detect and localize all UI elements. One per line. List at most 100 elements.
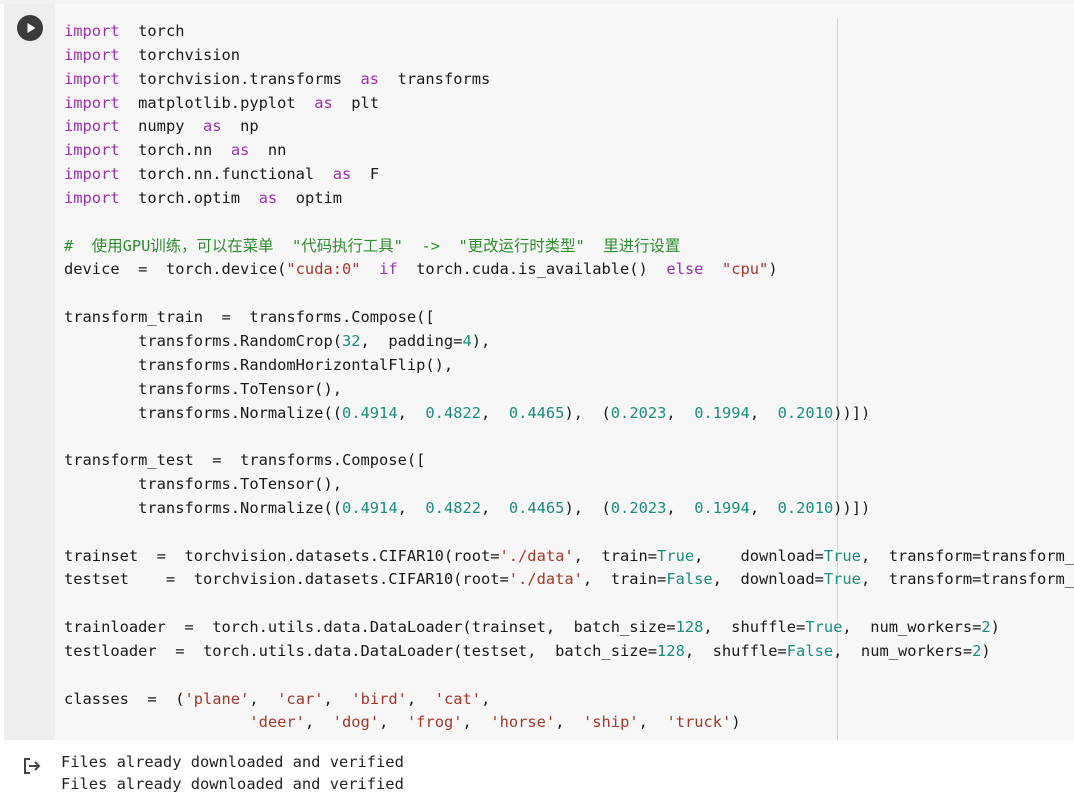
code-token: 128	[657, 641, 685, 660]
code-line: import numpy as np	[64, 115, 1074, 139]
code-token: 0.2023	[610, 403, 667, 422]
code-token: 0.4914	[341, 403, 398, 422]
code-token: 'plane'	[184, 689, 250, 708]
code-line: classes = ('plane', 'car', 'bird', 'cat'…	[64, 688, 1074, 712]
code-token: , num_workers=	[842, 618, 982, 637]
code-token: import	[64, 22, 120, 40]
code-token: classes = (	[64, 689, 185, 708]
code-token: as	[230, 141, 250, 160]
code-token: testloader = torch.utils.data.DataLoader…	[64, 641, 658, 660]
code-token: , padding=	[360, 331, 463, 350]
code-line: testloader = torch.utils.data.DataLoader…	[64, 640, 1074, 664]
code-token: , num_workers=	[833, 641, 973, 660]
code-token: import	[64, 45, 120, 64]
code-token: numpy	[119, 117, 204, 136]
code-token: 0.2023	[610, 498, 667, 517]
code-token: trainloader = torch.utils.data.DataLoade…	[64, 618, 676, 637]
cell-gutter	[4, 4, 55, 740]
code-token: "cpu"	[721, 260, 769, 279]
code-token: ))])	[833, 498, 871, 517]
code-token: ,	[397, 403, 426, 422]
code-token: )	[990, 618, 1000, 637]
output-text: Files already downloaded and verified Fi…	[61, 751, 404, 795]
code-token: , download=	[712, 570, 824, 589]
code-token: transform_train = transforms.Compose([	[64, 308, 435, 327]
code-lines: import torch import torchvision import tor…	[64, 20, 1074, 735]
code-token: , shuffle=	[703, 618, 806, 637]
code-token: 0.4822	[425, 498, 482, 517]
code-token: ), (	[564, 403, 611, 422]
code-token: 0.4465	[508, 498, 565, 517]
code-token: 0.1994	[694, 498, 750, 517]
code-token: True	[823, 546, 861, 565]
code-token: as	[360, 69, 380, 88]
code-token: device = torch.device(	[64, 260, 287, 279]
code-line: import torch	[64, 20, 1074, 44]
output-line: Files already downloaded and verified	[61, 753, 404, 771]
code-token: import	[64, 165, 120, 184]
code-token: optim	[277, 188, 343, 207]
code-line: transforms.RandomCrop(32, padding=4),	[64, 330, 1074, 354]
code-token: as	[332, 165, 352, 184]
code-token: nn	[249, 141, 287, 160]
code-token: True	[805, 618, 843, 637]
run-cell-button[interactable]	[17, 15, 43, 41]
code-token: ), (	[564, 498, 611, 517]
code-token: 128	[675, 618, 704, 637]
code-token: # 使用GPU训练，可以在菜单 "代码执行工具" -> "更改运行时类型" 里进…	[64, 236, 681, 255]
code-token: torchvision	[119, 45, 241, 64]
code-token: 'car'	[277, 689, 324, 708]
code-line: import torchvision.transforms as transfo…	[64, 68, 1074, 92]
code-token: ,	[749, 498, 778, 517]
code-token: as	[203, 117, 222, 136]
code-token: ,	[666, 403, 695, 422]
code-line: transforms.Normalize((0.4914, 0.4822, 0.…	[64, 497, 1074, 521]
code-token: ,	[749, 403, 778, 422]
code-token: testset = torchvision.datasets.CIFAR10(r…	[64, 570, 509, 589]
code-token: )	[731, 713, 741, 732]
code-token: 'deer'	[249, 713, 305, 732]
code-token: 0.2010	[777, 498, 834, 517]
output-line: Files already downloaded and verified	[61, 775, 404, 793]
code-token: "cuda:0"	[286, 260, 361, 279]
code-token: transform_test = transforms.Compose([	[64, 451, 426, 470]
code-token: transforms	[379, 69, 491, 88]
code-token: ,	[397, 498, 426, 517]
code-line: # 使用GPU训练，可以在菜单 "代码执行工具" -> "更改运行时类型" 里进…	[64, 235, 1074, 259]
code-line: transform_train = transforms.Compose([	[64, 306, 1074, 330]
code-line: import torchvision	[64, 44, 1074, 68]
code-token: , train=	[582, 570, 667, 589]
code-token: ,	[462, 713, 491, 732]
code-line: import torch.optim as optim	[64, 187, 1074, 211]
code-token: ,	[249, 689, 278, 708]
code-token: 0.4822	[425, 403, 482, 422]
code-token: trainset = torchvision.datasets.CIFAR10(…	[64, 546, 500, 565]
code-token: import	[64, 93, 120, 112]
code-token: 0.4914	[341, 498, 398, 517]
code-token: ,	[555, 713, 584, 732]
code-token: ,	[379, 713, 407, 732]
code-token: plt	[332, 93, 380, 112]
code-line: import torch.nn.functional as F	[64, 163, 1074, 187]
code-token: ),	[471, 331, 491, 350]
code-token: False	[786, 641, 834, 660]
code-token: )	[981, 641, 991, 660]
code-token: import	[64, 69, 120, 88]
code-token: transforms.Normalize((	[64, 498, 342, 517]
code-token: torch.optim	[119, 188, 259, 207]
code-token: import	[64, 141, 120, 160]
code-token: , shuffle=	[684, 641, 787, 660]
code-editor[interactable]: import torch import torchvision import tor…	[55, 4, 1074, 740]
output-arrow-icon[interactable]	[22, 756, 42, 776]
code-token: np	[221, 117, 259, 136]
code-line: transforms.ToTensor(),	[64, 378, 1074, 402]
code-token: transforms.RandomHorizontalFlip(),	[64, 355, 454, 374]
code-token: 'truck'	[666, 713, 732, 732]
code-token: torch	[119, 22, 185, 40]
code-token: as	[258, 188, 278, 207]
